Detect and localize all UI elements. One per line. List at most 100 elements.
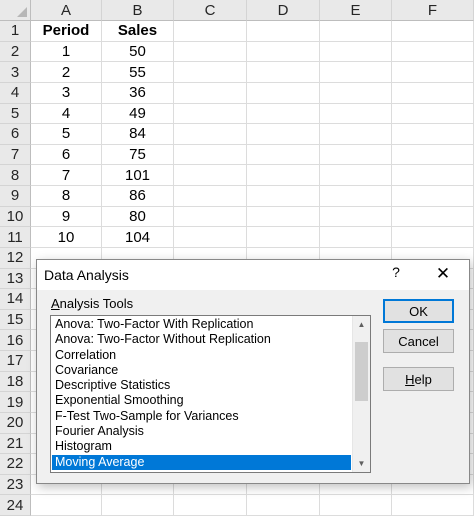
list-item[interactable]: Fourier Analysis — [52, 424, 351, 439]
cell-c6[interactable] — [174, 124, 247, 145]
cell-f1[interactable] — [392, 21, 474, 42]
cell-f11[interactable] — [392, 227, 474, 248]
row-header-16[interactable]: 16 — [0, 330, 31, 351]
column-header-e[interactable]: E — [320, 0, 392, 21]
column-header-c[interactable]: C — [174, 0, 247, 21]
list-item[interactable]: Anova: Two-Factor Without Replication — [52, 332, 351, 347]
scroll-thumb[interactable] — [355, 342, 368, 401]
cell-f8[interactable] — [392, 165, 474, 186]
cell-a7[interactable]: 6 — [31, 144, 102, 166]
cell-c1[interactable] — [174, 21, 247, 42]
row-header-14[interactable]: 14 — [0, 289, 31, 310]
cell-d5[interactable] — [247, 103, 320, 125]
row-header-7[interactable]: 7 — [0, 144, 31, 166]
row-header-8[interactable]: 8 — [0, 165, 31, 186]
cell-a2[interactable]: 1 — [31, 41, 102, 63]
cell-a5[interactable]: 4 — [31, 103, 102, 125]
cell-e3[interactable] — [320, 62, 392, 83]
list-item[interactable]: Histogram — [52, 439, 351, 454]
row-header-15[interactable]: 15 — [0, 309, 31, 331]
cell-f9[interactable] — [392, 186, 474, 207]
cell-d3[interactable] — [247, 62, 320, 83]
cell-d8[interactable] — [247, 165, 320, 186]
column-header-b[interactable]: B — [102, 0, 174, 21]
list-item[interactable]: Anova: Two-Factor With Replication — [52, 317, 351, 332]
help-button[interactable]: Help — [383, 367, 454, 391]
ok-button[interactable]: OK — [383, 299, 454, 323]
list-item[interactable]: F-Test Two-Sample for Variances — [52, 409, 351, 424]
cell-b10[interactable]: 80 — [102, 206, 174, 228]
row-header-22[interactable]: 22 — [0, 454, 31, 475]
help-question-icon[interactable]: ? — [388, 264, 404, 284]
row-header-4[interactable]: 4 — [0, 82, 31, 104]
cell-b2[interactable]: 50 — [102, 41, 174, 63]
row-header-1[interactable]: 1 — [0, 21, 31, 42]
row-header-9[interactable]: 9 — [0, 186, 31, 207]
cell-a3[interactable]: 2 — [31, 62, 102, 83]
cell-e7[interactable] — [320, 144, 392, 166]
cell-a9[interactable]: 8 — [31, 186, 102, 207]
cell-a11[interactable]: 10 — [31, 227, 102, 248]
column-header-a[interactable]: A — [31, 0, 102, 21]
cell-c11[interactable] — [174, 227, 247, 248]
cell-f10[interactable] — [392, 206, 474, 228]
row-header-21[interactable]: 21 — [0, 433, 31, 455]
row-header-20[interactable]: 20 — [0, 412, 31, 434]
cell-e8[interactable] — [320, 165, 392, 186]
row-header-5[interactable]: 5 — [0, 103, 31, 125]
cell-c4[interactable] — [174, 82, 247, 104]
cell-f7[interactable] — [392, 144, 474, 166]
analysis-tools-listbox[interactable]: Anova: Two-Factor With Replication Anova:… — [50, 315, 371, 473]
row-header-13[interactable]: 13 — [0, 268, 31, 290]
cell-a4[interactable]: 3 — [31, 82, 102, 104]
cell-a1[interactable]: Period — [31, 21, 102, 42]
list-item[interactable]: Exponential Smoothing — [52, 393, 351, 408]
cell-e24[interactable] — [320, 495, 392, 516]
cell-b11[interactable]: 104 — [102, 227, 174, 248]
cell-e4[interactable] — [320, 82, 392, 104]
cell-f24[interactable] — [392, 495, 474, 516]
row-header-3[interactable]: 3 — [0, 62, 31, 83]
cell-b4[interactable]: 36 — [102, 82, 174, 104]
cell-d7[interactable] — [247, 144, 320, 166]
cell-e10[interactable] — [320, 206, 392, 228]
row-header-17[interactable]: 17 — [0, 351, 31, 372]
cell-e2[interactable] — [320, 41, 392, 63]
list-item[interactable]: Moving Average — [52, 454, 351, 470]
dialog-titlebar[interactable]: Data Analysis ? ✕ — [37, 260, 469, 290]
cell-d24[interactable] — [247, 495, 320, 516]
row-header-23[interactable]: 23 — [0, 474, 31, 496]
cell-b9[interactable]: 86 — [102, 186, 174, 207]
cell-d4[interactable] — [247, 82, 320, 104]
list-item[interactable]: Descriptive Statistics — [52, 378, 351, 393]
list-item[interactable]: Covariance — [52, 363, 351, 378]
cell-a10[interactable]: 9 — [31, 206, 102, 228]
cell-f3[interactable] — [392, 62, 474, 83]
cell-d6[interactable] — [247, 124, 320, 145]
cell-c8[interactable] — [174, 165, 247, 186]
cell-d9[interactable] — [247, 186, 320, 207]
cell-c2[interactable] — [174, 41, 247, 63]
cell-e11[interactable] — [320, 227, 392, 248]
cell-b1[interactable]: Sales — [102, 21, 174, 42]
cell-f4[interactable] — [392, 82, 474, 104]
row-header-10[interactable]: 10 — [0, 206, 31, 228]
column-header-f[interactable]: F — [392, 0, 474, 21]
close-icon[interactable]: ✕ — [433, 264, 453, 284]
cell-e5[interactable] — [320, 103, 392, 125]
cell-d1[interactable] — [247, 21, 320, 42]
cell-f6[interactable] — [392, 124, 474, 145]
cell-b7[interactable]: 75 — [102, 144, 174, 166]
scroll-down-arrow-icon[interactable]: ▼ — [353, 455, 370, 472]
cell-d10[interactable] — [247, 206, 320, 228]
cell-a6[interactable]: 5 — [31, 124, 102, 145]
cell-e1[interactable] — [320, 21, 392, 42]
select-all-corner[interactable] — [0, 0, 31, 21]
cell-c5[interactable] — [174, 103, 247, 125]
cell-c9[interactable] — [174, 186, 247, 207]
cell-a8[interactable]: 7 — [31, 165, 102, 186]
cancel-button[interactable]: Cancel — [383, 329, 454, 353]
cell-b6[interactable]: 84 — [102, 124, 174, 145]
cell-a24[interactable] — [31, 495, 102, 516]
row-header-11[interactable]: 11 — [0, 227, 31, 248]
